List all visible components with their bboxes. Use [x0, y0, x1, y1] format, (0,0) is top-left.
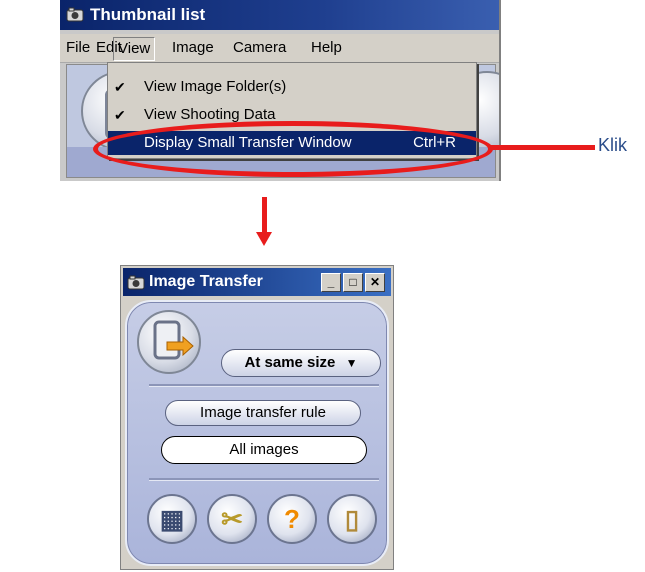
window-title: Thumbnail list	[90, 5, 206, 24]
minimize-button[interactable]: _	[321, 273, 341, 292]
checkmark-icon: ✔	[114, 107, 126, 123]
exit-button[interactable]: ▯	[327, 494, 377, 544]
transfer-title-bar: Image Transfer _ □ ✕	[123, 268, 391, 296]
transfer-rule-value[interactable]: All images	[161, 436, 367, 464]
transfer-window-title: Image Transfer	[149, 273, 263, 290]
menu-image[interactable]: Image	[172, 34, 214, 62]
help-icon: ?	[284, 504, 300, 534]
tools-icon: ✂	[221, 504, 243, 534]
menu-file[interactable]: File	[66, 34, 90, 62]
dropdown-arrow-icon: ▼	[345, 356, 358, 370]
exit-icon: ▯	[344, 504, 360, 534]
image-transfer-rule-button[interactable]: Image transfer rule	[165, 400, 361, 426]
callout-line	[491, 145, 595, 150]
menu-camera[interactable]: Camera	[233, 34, 286, 62]
help-button[interactable]: ?	[267, 494, 317, 544]
checkmark-icon: ✔	[114, 79, 126, 95]
folder-button[interactable]: ▦	[147, 494, 197, 544]
maximize-button[interactable]: □	[343, 273, 363, 292]
camera-icon	[66, 7, 84, 22]
divider	[149, 478, 379, 481]
transfer-button[interactable]	[137, 310, 201, 374]
highlight-ellipse	[93, 121, 493, 177]
camera-icon	[127, 275, 145, 290]
close-button[interactable]: ✕	[365, 273, 385, 292]
folder-icon: ▦	[159, 504, 185, 534]
image-transfer-window: Image Transfer _ □ ✕ At same size ▼ Imag…	[120, 265, 394, 570]
divider	[149, 384, 379, 387]
film-transfer-icon	[153, 320, 194, 360]
down-arrow-head	[256, 232, 272, 246]
transfer-panel: At same size ▼ Image transfer rule All i…	[125, 300, 389, 566]
menu-help[interactable]: Help	[311, 34, 342, 62]
title-bar: Thumbnail list	[60, 0, 499, 30]
size-dropdown[interactable]: At same size ▼	[221, 349, 381, 377]
menu-view-image-folders[interactable]: ✔ View Image Folder(s)	[108, 75, 476, 99]
down-arrow	[262, 197, 267, 235]
menu-bar: File Edit View Image Camera Help	[60, 34, 499, 63]
tools-button[interactable]: ✂	[207, 494, 257, 544]
callout-label: Klik	[598, 135, 628, 155]
menu-view[interactable]: View	[113, 37, 156, 61]
